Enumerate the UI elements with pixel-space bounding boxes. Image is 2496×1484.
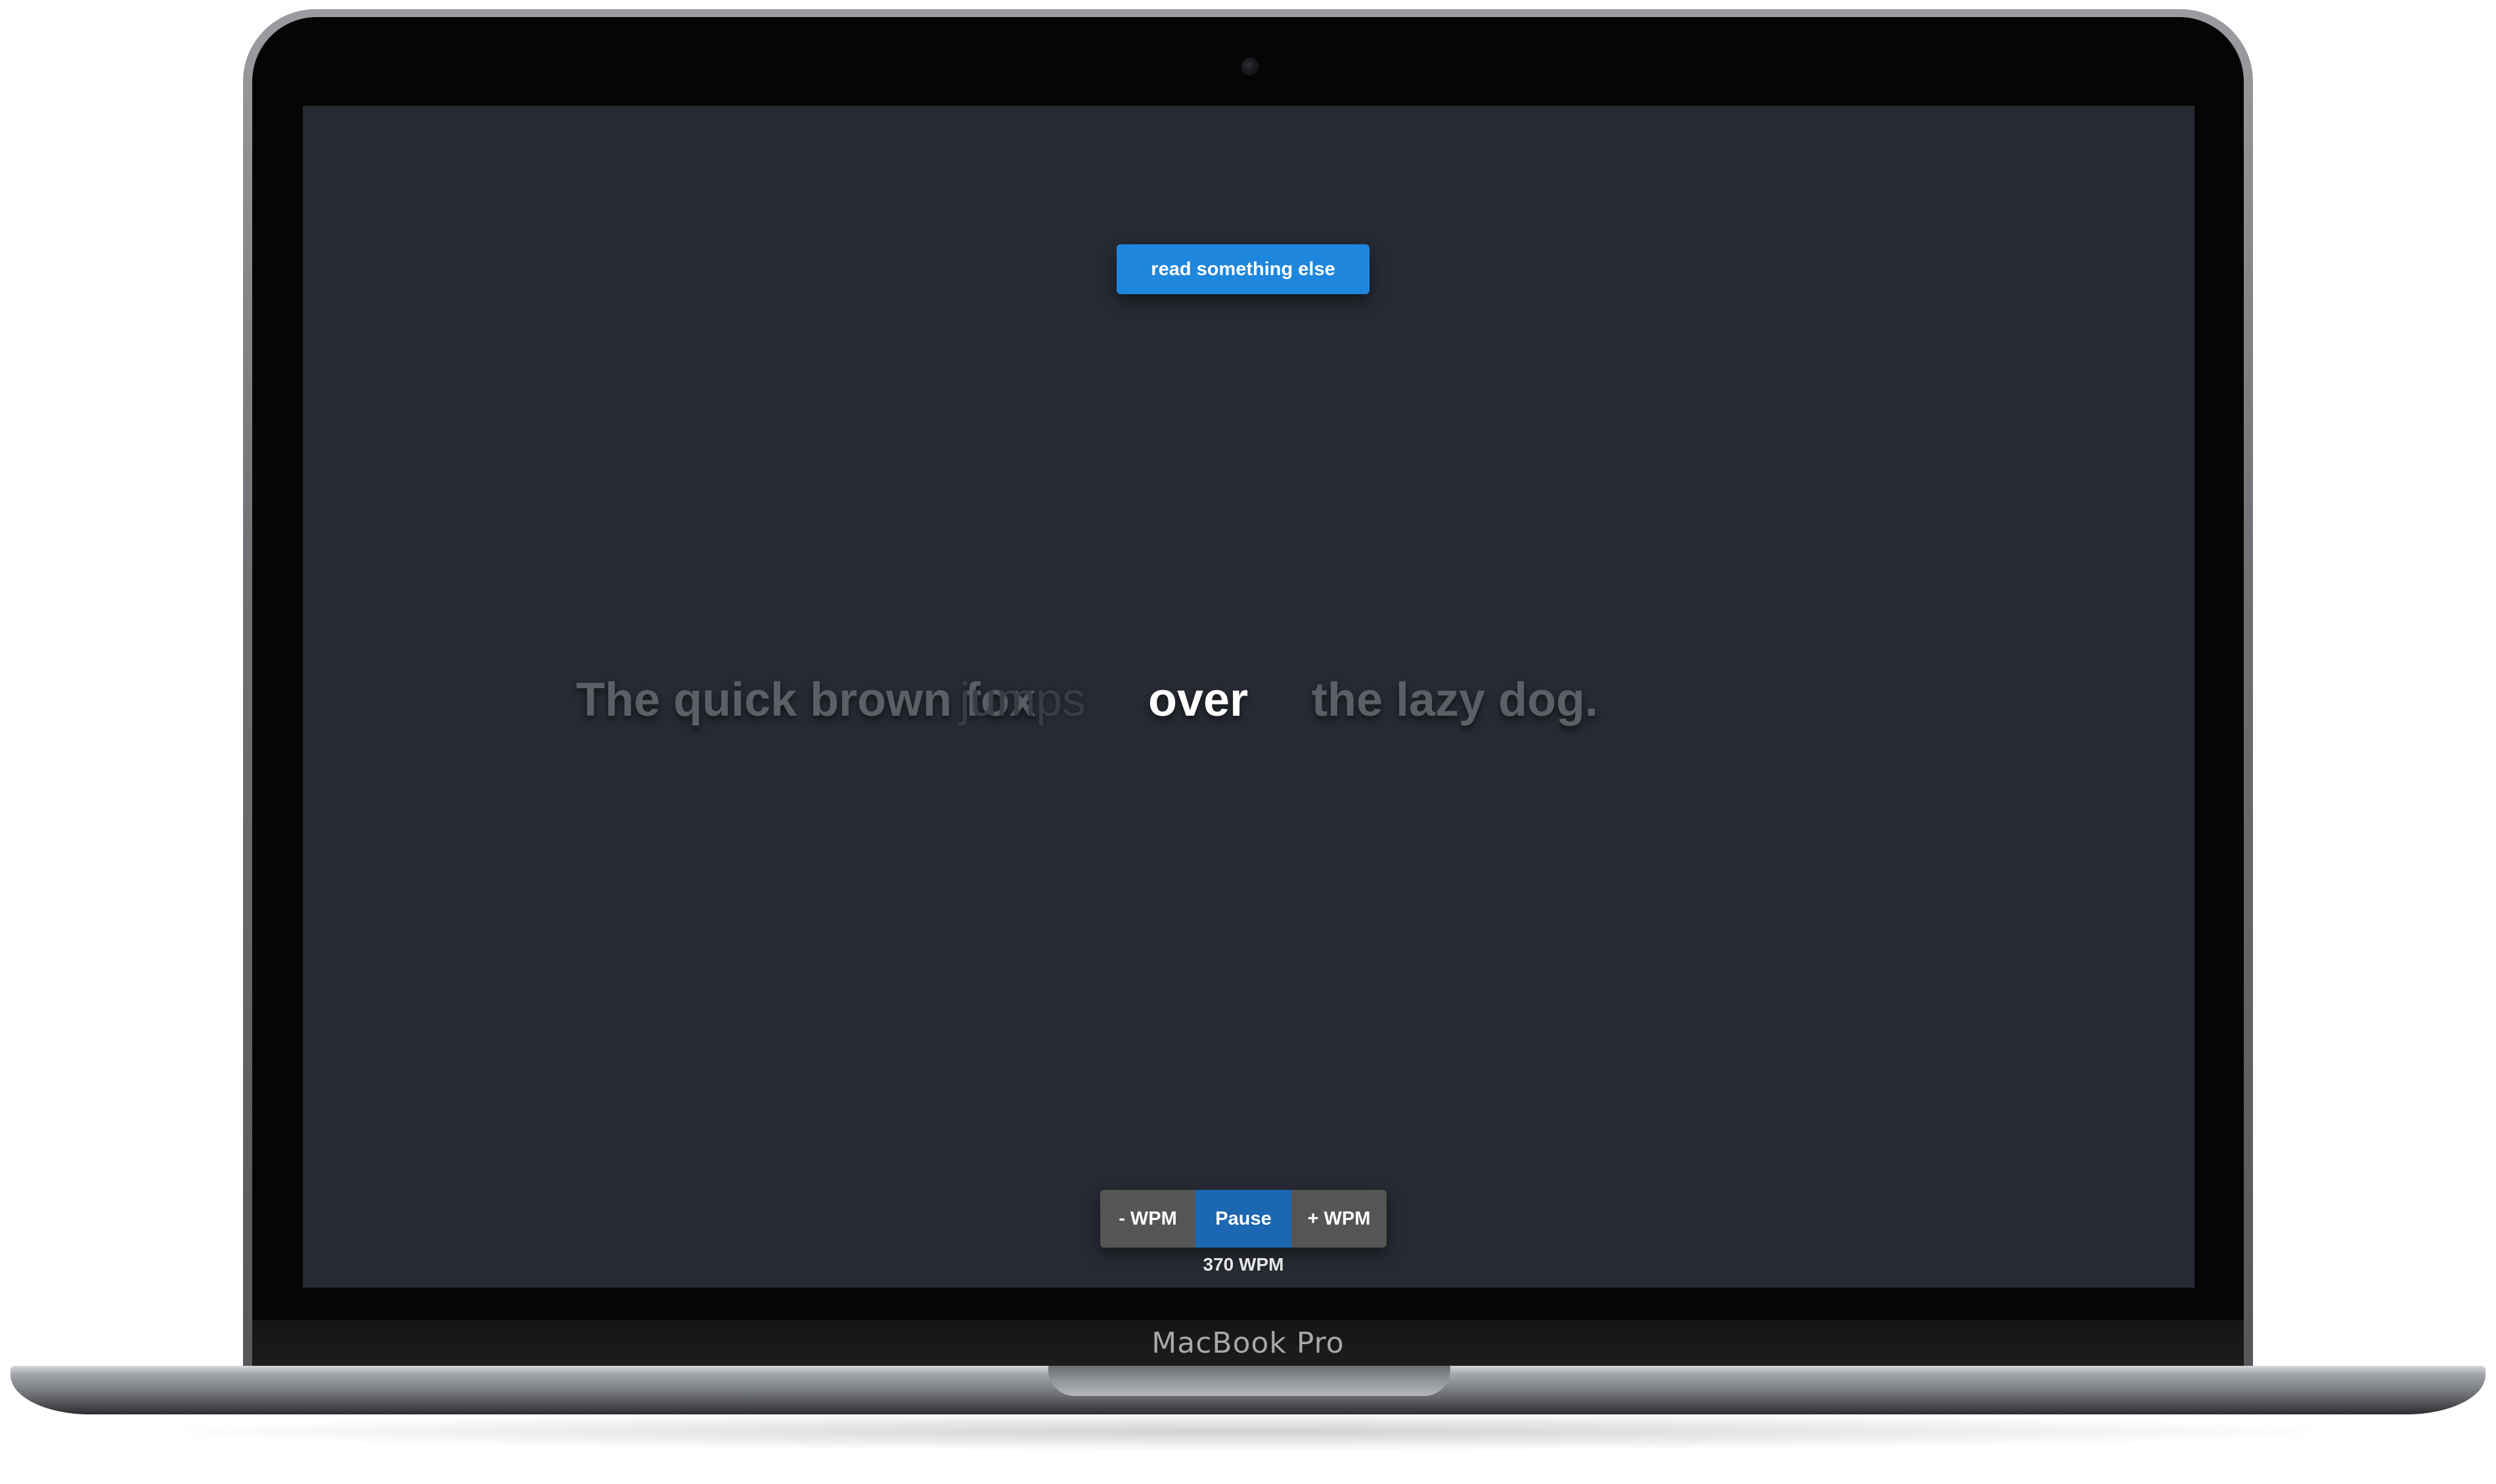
words-after: the lazy dog. bbox=[1312, 674, 1599, 726]
laptop-opening-notch bbox=[1048, 1366, 1450, 1396]
laptop-shadow bbox=[131, 1412, 2365, 1451]
speed-controls: - WPM Pause + WPM bbox=[1100, 1190, 1387, 1248]
increase-wpm-button[interactable]: + WPM bbox=[1291, 1190, 1387, 1248]
reader-display: The quick brown fox jumps over the lazy … bbox=[303, 667, 2195, 739]
current-word: over bbox=[1148, 674, 1249, 726]
app-screen: read something else The quick brown fox … bbox=[303, 106, 2195, 1288]
previous-word: jumps bbox=[960, 674, 1086, 726]
camera-icon bbox=[1241, 58, 1259, 75]
laptop-mockup: read something else The quick brown fox … bbox=[0, 0, 2496, 1484]
wpm-readout: 370 WPM bbox=[1203, 1254, 1284, 1275]
device-brand-label: MacBook Pro bbox=[1151, 1326, 1345, 1360]
decrease-wpm-button[interactable]: - WPM bbox=[1100, 1190, 1195, 1248]
read-something-else-button[interactable]: read something else bbox=[1117, 244, 1370, 294]
pause-button[interactable]: Pause bbox=[1195, 1190, 1291, 1248]
